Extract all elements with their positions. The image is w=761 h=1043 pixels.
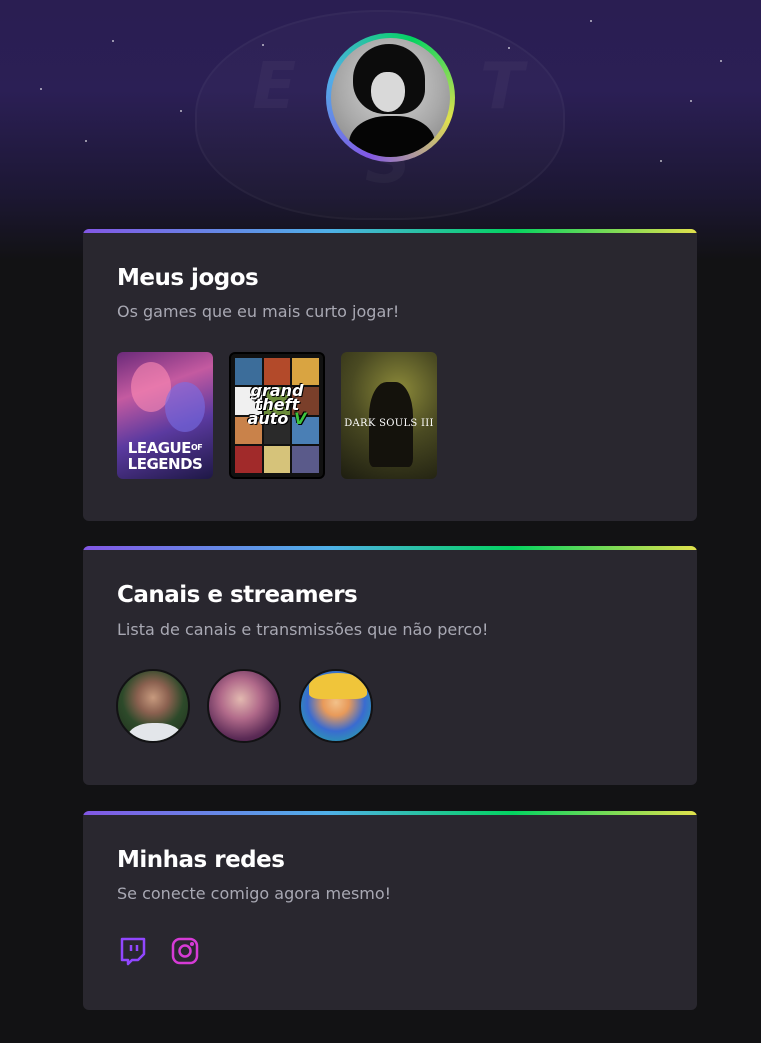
streamers-card-subtitle: Lista de canais e transmissões que não p… — [117, 620, 489, 639]
twitch-icon[interactable] — [117, 935, 149, 967]
profile-avatar — [326, 33, 455, 162]
profile-avatar-icon — [331, 38, 450, 157]
games-card: Meus jogos Os games que eu mais curto jo… — [83, 229, 697, 521]
game-cover-title: grand theft auto V — [247, 381, 307, 428]
game-cover-dark-souls-3[interactable]: DARK SOULS III — [341, 352, 437, 479]
game-cover-league-of-legends[interactable]: LEAGUEOF LEGENDS — [117, 352, 213, 479]
games-card-title: Meus jogos — [117, 265, 259, 291]
game-cover-title: LEAGUEOF LEGENDS — [127, 439, 203, 473]
streamer-avatar[interactable] — [207, 669, 281, 743]
social-card: Minhas redes Se conecte comigo agora mes… — [83, 811, 697, 1010]
game-cover-title: DARK SOULS III — [344, 418, 434, 429]
streamers-card-title: Canais e streamers — [117, 582, 358, 608]
social-card-title: Minhas redes — [117, 847, 285, 873]
streamers-card: Canais e streamers Lista de canais e tra… — [83, 546, 697, 785]
social-card-subtitle: Se conecte comigo agora mesmo! — [117, 884, 392, 903]
streamer-avatar[interactable] — [116, 669, 190, 743]
games-card-subtitle: Os games que eu mais curto jogar! — [117, 302, 400, 321]
game-cover-gta-v[interactable]: grand theft auto V — [229, 352, 325, 479]
streamer-avatar[interactable] — [299, 669, 373, 743]
instagram-icon[interactable] — [169, 935, 201, 967]
